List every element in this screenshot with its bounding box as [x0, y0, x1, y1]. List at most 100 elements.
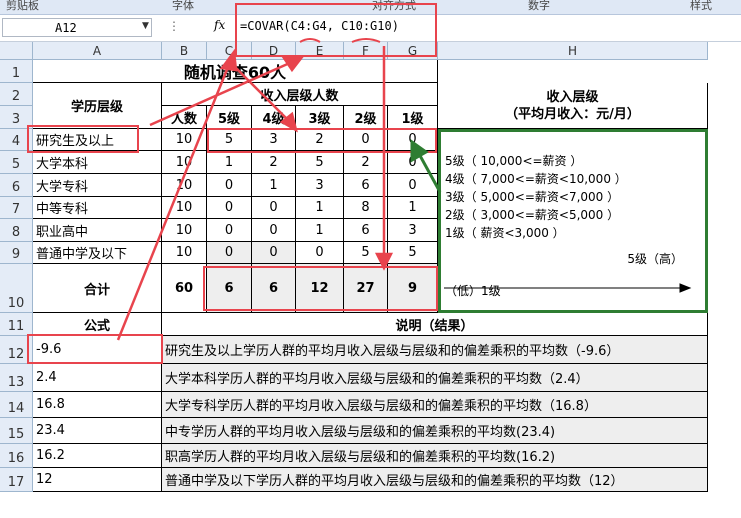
- column-header-c[interactable]: C: [207, 42, 252, 60]
- row-header-8[interactable]: 8: [0, 219, 33, 242]
- column-header-h[interactable]: H: [438, 42, 708, 60]
- level-count-cell[interactable]: 2: [344, 151, 388, 174]
- level-count-cell[interactable]: 5: [344, 242, 388, 264]
- level-count-cell[interactable]: 2: [296, 129, 344, 151]
- row-header-10[interactable]: 10: [0, 264, 33, 313]
- count-cell[interactable]: 10: [162, 242, 207, 264]
- level-count-cell[interactable]: 0: [252, 219, 296, 242]
- result-description-cell[interactable]: 研究生及以上学历人群的平均月收入层级与层级和的偏差乘积的平均数（-9.6）: [162, 336, 708, 364]
- row-header-12[interactable]: 12: [0, 336, 33, 364]
- row-header-11[interactable]: 11: [0, 313, 33, 336]
- total-level-cell[interactable]: 27: [344, 264, 388, 313]
- header-count[interactable]: 人数: [162, 106, 207, 129]
- header-level-3[interactable]: 3级: [296, 106, 344, 129]
- level-count-cell[interactable]: 1: [207, 151, 252, 174]
- select-all-corner[interactable]: [0, 42, 33, 60]
- header-level-2[interactable]: 2级: [344, 106, 388, 129]
- level-count-cell[interactable]: 5: [207, 129, 252, 151]
- header-education[interactable]: 学历层级: [33, 83, 162, 129]
- level-count-cell[interactable]: 0: [252, 242, 296, 264]
- income-level-legend[interactable]: 5级（ 10,000<=薪资 ） 4级（ 7,000<=薪资<10,000 ） 3级…: [438, 129, 708, 313]
- level-count-cell[interactable]: 0: [388, 174, 438, 197]
- column-header-d[interactable]: D: [252, 42, 296, 60]
- row-header-16[interactable]: 16: [0, 444, 33, 468]
- result-description-cell[interactable]: 大学专科学历人群的平均月收入层级与层级和的偏差乘积的平均数（16.8）: [162, 392, 708, 418]
- total-count[interactable]: 60: [162, 264, 207, 313]
- header-description[interactable]: 说明（结果）: [162, 313, 708, 336]
- result-value-cell[interactable]: 2.4: [33, 364, 162, 392]
- ribbon-group-alignment[interactable]: 对齐方式: [372, 0, 416, 13]
- sheet-title[interactable]: 随机调查60人: [33, 60, 438, 83]
- result-value-cell[interactable]: 12: [33, 468, 162, 492]
- result-value-cell[interactable]: 16.2: [33, 444, 162, 468]
- result-description-cell[interactable]: 职高学历人群的平均月收入层级与层级和的偏差乘积的平均数(16.2): [162, 444, 708, 468]
- level-count-cell[interactable]: 3: [388, 219, 438, 242]
- column-header-b[interactable]: B: [162, 42, 207, 60]
- level-count-cell[interactable]: 0: [207, 174, 252, 197]
- total-level-cell[interactable]: 6: [252, 264, 296, 313]
- level-count-cell[interactable]: 3: [296, 174, 344, 197]
- fx-icon[interactable]: fx: [214, 18, 225, 32]
- level-count-cell[interactable]: 0: [207, 242, 252, 264]
- row-header-5[interactable]: 5: [0, 151, 33, 174]
- level-count-cell[interactable]: 6: [344, 174, 388, 197]
- header-formula[interactable]: 公式: [33, 313, 162, 336]
- level-count-cell[interactable]: 0: [207, 219, 252, 242]
- header-level-1[interactable]: 1级: [388, 106, 438, 129]
- level-count-cell[interactable]: 5: [388, 242, 438, 264]
- total-level-cell[interactable]: 6: [207, 264, 252, 313]
- row-header-4[interactable]: 4: [0, 129, 33, 151]
- column-header-f[interactable]: F: [344, 42, 388, 60]
- row-header-15[interactable]: 15: [0, 418, 33, 444]
- count-cell[interactable]: 10: [162, 129, 207, 151]
- count-cell[interactable]: 10: [162, 219, 207, 242]
- row-header-9[interactable]: 9: [0, 242, 33, 264]
- ribbon-group-font[interactable]: 字体: [172, 0, 194, 13]
- edu-level-cell[interactable]: 大学专科: [33, 174, 162, 197]
- formula-input[interactable]: =COVAR(C4:G4, C10:G10): [240, 19, 399, 33]
- count-cell[interactable]: 10: [162, 151, 207, 174]
- row-header-3[interactable]: 3: [0, 106, 33, 129]
- total-level-cell[interactable]: 12: [296, 264, 344, 313]
- edu-level-cell[interactable]: 中等专科: [33, 197, 162, 219]
- header-income-levels[interactable]: 收入层级人数: [162, 83, 438, 106]
- edu-level-cell[interactable]: 研究生及以上: [33, 129, 162, 151]
- level-count-cell[interactable]: 6: [344, 219, 388, 242]
- level-count-cell[interactable]: 0: [296, 242, 344, 264]
- edu-level-cell[interactable]: 普通中学及以下: [33, 242, 162, 264]
- edu-level-cell[interactable]: 职业高中: [33, 219, 162, 242]
- column-header-e[interactable]: E: [296, 42, 344, 60]
- level-count-cell[interactable]: 0: [388, 129, 438, 151]
- header-level-4[interactable]: 4级: [252, 106, 296, 129]
- level-count-cell[interactable]: 1: [388, 197, 438, 219]
- header-level-5[interactable]: 5级: [207, 106, 252, 129]
- ribbon-group-styles[interactable]: 样式: [690, 0, 712, 13]
- result-value-cell[interactable]: -9.6: [33, 336, 162, 364]
- result-description-cell[interactable]: 大学本科学历人群的平均月收入层级与层级和的偏差乘积的平均数（2.4）: [162, 364, 708, 392]
- level-count-cell[interactable]: 0: [388, 151, 438, 174]
- result-description-cell[interactable]: 中专学历人群的平均月收入层级与层级和的偏差乘积的平均数(23.4): [162, 418, 708, 444]
- level-count-cell[interactable]: 3: [252, 129, 296, 151]
- chevron-down-icon[interactable]: ▼: [142, 21, 149, 31]
- level-count-cell[interactable]: 1: [296, 219, 344, 242]
- level-count-cell[interactable]: 8: [344, 197, 388, 219]
- row-header-13[interactable]: 13: [0, 364, 33, 392]
- edu-level-cell[interactable]: 大学本科: [33, 151, 162, 174]
- count-cell[interactable]: 10: [162, 197, 207, 219]
- level-count-cell[interactable]: 0: [207, 197, 252, 219]
- result-value-cell[interactable]: 23.4: [33, 418, 162, 444]
- row-header-14[interactable]: 14: [0, 392, 33, 418]
- level-count-cell[interactable]: 0: [252, 197, 296, 219]
- level-count-cell[interactable]: 1: [296, 197, 344, 219]
- column-header-g[interactable]: G: [388, 42, 438, 60]
- row-header-7[interactable]: 7: [0, 197, 33, 219]
- side-header[interactable]: 收入层级 （平均月收入：元/月）: [438, 83, 708, 129]
- total-level-cell[interactable]: 9: [388, 264, 438, 313]
- level-count-cell[interactable]: 0: [344, 129, 388, 151]
- result-value-cell[interactable]: 16.8: [33, 392, 162, 418]
- row-header-6[interactable]: 6: [0, 174, 33, 197]
- row-header-17[interactable]: 17: [0, 468, 33, 492]
- level-count-cell[interactable]: 1: [252, 174, 296, 197]
- ribbon-group-number[interactable]: 数字: [528, 0, 550, 13]
- row-header-2[interactable]: 2: [0, 83, 33, 106]
